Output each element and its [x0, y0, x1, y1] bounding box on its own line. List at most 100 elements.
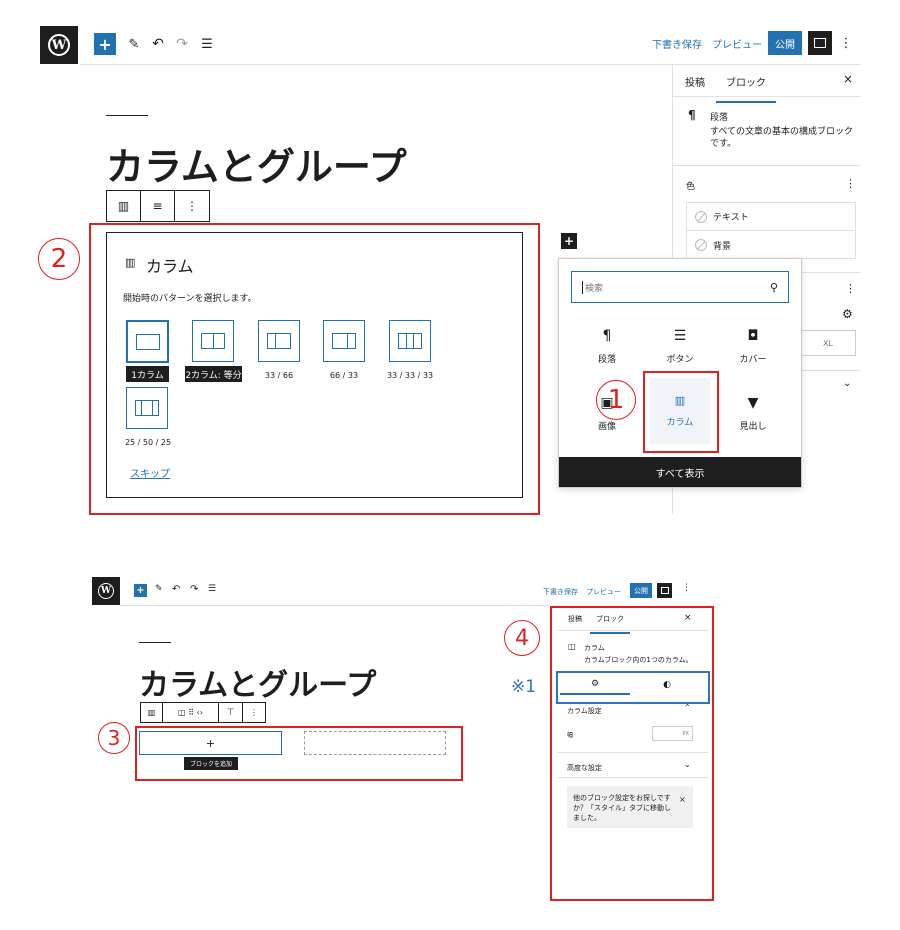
block-name: 段落 [710, 113, 729, 123]
wordpress-logo[interactable]: W [40, 26, 78, 64]
pattern-1col[interactable] [126, 320, 169, 363]
align-icon[interactable]: ≡ [141, 191, 175, 221]
show-all-button[interactable]: すべて表示 [559, 457, 801, 487]
redo-icon[interactable]: ↷ [174, 34, 190, 54]
sidebar-divider-2 [673, 165, 860, 166]
sidebar-close-icon-2[interactable]: × [684, 613, 692, 623]
bookmark-icon: ▼ [747, 394, 759, 411]
columns-label: カラム [146, 257, 194, 276]
publish-button[interactable]: 公開 [768, 31, 802, 55]
tab-post[interactable]: 投稿 [685, 74, 705, 89]
width-input[interactable]: PX [652, 726, 693, 741]
inserter-item-heading[interactable]: ▼ 見出し [725, 385, 781, 441]
size-xl-option[interactable]: XL [800, 330, 856, 356]
advanced-heading[interactable]: 高度な設定 [567, 763, 602, 773]
inserter-item-button[interactable]: ☰ ボタン [652, 318, 708, 374]
color-options: テキスト 背景 [686, 202, 856, 259]
columns-block-icon[interactable]: ▥ [107, 191, 141, 221]
pattern-label-33-33-33: 33 / 33 / 33 [386, 371, 434, 380]
more-options-icon[interactable]: ⋮ [840, 33, 853, 53]
color-heading: 色 [686, 182, 696, 192]
more-options-icon[interactable]: ⋮ [682, 583, 691, 593]
annotation-4: 4 [504, 620, 540, 656]
chevron-down-icon[interactable]: ⌄ [843, 378, 851, 389]
toolbar-more-icon[interactable]: ⋮ [243, 703, 265, 722]
pattern-2col-equal[interactable] [192, 320, 234, 362]
add-block-button-2[interactable]: + [134, 584, 147, 597]
size-settings-icon[interactable]: ⚙ [842, 307, 853, 321]
pattern-25-50-25[interactable] [126, 387, 168, 429]
notice-close-icon[interactable]: × [679, 795, 686, 804]
inserter-item-label: 段落 [597, 354, 616, 365]
color-more-icon[interactable]: ⋮ [845, 177, 856, 190]
inserter-item-paragraph[interactable]: ¶ 段落 [579, 318, 635, 374]
settings-panel-button-2[interactable] [657, 583, 672, 598]
pattern-tooltip-2col: 2カラム: 等分 [185, 366, 242, 382]
color-bg-option[interactable]: 背景 [687, 231, 855, 259]
skip-link[interactable]: スキップ [130, 465, 170, 480]
preview-button[interactable]: プレビュー [712, 36, 762, 51]
undo-icon[interactable]: ↶ [172, 584, 180, 595]
save-draft-button[interactable]: 下書き保存 [652, 36, 702, 51]
inserter-toggle-button[interactable]: + [561, 233, 577, 249]
paragraph-icon: ¶ [688, 108, 696, 122]
pattern-label-66-33: 66 / 33 [329, 371, 359, 380]
pattern-66-33[interactable] [323, 320, 365, 362]
pattern-33-66[interactable] [258, 320, 300, 362]
color-text-option[interactable]: テキスト [687, 203, 855, 231]
width-label: 幅 [567, 732, 574, 739]
half-circle-icon: ◐ [663, 680, 671, 690]
column-drag-icon[interactable]: ◫ ⠿ ‹› [163, 703, 219, 722]
search-icon: ⚲ [769, 280, 778, 294]
inserter-search-input[interactable]: 検索 ⚲ [571, 271, 789, 303]
chevron-up-icon[interactable]: ⌃ [684, 703, 691, 712]
inserter-item-label: 見出し [739, 421, 767, 432]
list-view-icon[interactable]: ☰ [208, 584, 216, 594]
bg-color-swatch [695, 239, 707, 251]
typography-more-icon[interactable]: ⋮ [845, 282, 856, 295]
pattern-tooltip-1col: 1カラム [126, 366, 169, 382]
tab-post-2[interactable]: 投稿 [568, 614, 582, 624]
add-block-button[interactable]: + [94, 33, 116, 55]
preview-button-2[interactable]: プレビュー [586, 587, 621, 597]
list-view-icon[interactable]: ☰ [198, 34, 216, 54]
inserter-item-label: カバー [739, 354, 767, 365]
search-placeholder: 検索 [582, 280, 603, 294]
settings-tab[interactable]: ⚙ [560, 675, 630, 695]
pattern-33-33-33[interactable] [389, 320, 431, 362]
selected-column[interactable]: + [139, 731, 282, 755]
vertical-align-icon[interactable]: ⊤ [219, 703, 243, 722]
toolbar-more-icon[interactable]: ⋮ [175, 191, 209, 221]
column-settings-heading[interactable]: カラム設定 [567, 706, 602, 716]
block-description-2: カラムブロック内の1つのカラム。 [584, 656, 693, 664]
redo-icon[interactable]: ↷ [190, 584, 198, 595]
sidebar-divider-6 [558, 777, 708, 778]
inserter-item-label: 画像 [597, 421, 616, 432]
wordpress-logo-2[interactable]: W [92, 577, 120, 605]
sidebar-close-icon[interactable]: × [843, 72, 853, 86]
publish-button-2[interactable]: 公開 [630, 583, 652, 598]
post-title-2[interactable]: カラムとグループ [139, 660, 376, 704]
empty-column[interactable] [304, 731, 446, 755]
tab-block[interactable]: ブロック [716, 74, 776, 103]
styles-tab[interactable]: ◐ [632, 675, 702, 695]
settings-panel-icon [814, 38, 826, 48]
sidebar-tab-divider [673, 96, 860, 97]
tab-block-2[interactable]: ブロック [590, 614, 630, 634]
paragraph-icon: ¶ [602, 327, 612, 344]
save-draft-button-2[interactable]: 下書き保存 [543, 587, 578, 597]
settings-panel-button[interactable] [808, 31, 832, 55]
inserter-item-cover[interactable]: ◘ カバー [725, 318, 781, 374]
text-color-swatch [695, 210, 707, 223]
chevron-down-icon[interactable]: ⌄ [684, 760, 691, 769]
styles-moved-notice: 他のブロック設定をお探しですか？「スタイル」タブに移動しました。 [567, 786, 693, 828]
color-text-label: テキスト [713, 213, 749, 223]
annotation-1: 1 [596, 380, 636, 420]
post-title[interactable]: カラムとグループ [106, 136, 407, 191]
undo-icon[interactable]: ↶ [150, 34, 166, 54]
color-bg-label: 背景 [713, 241, 732, 252]
pencil-icon[interactable]: ✎ [126, 34, 142, 54]
annotation-2: 2 [38, 238, 80, 280]
columns-block-icon[interactable]: ▥ [141, 703, 163, 722]
pencil-icon[interactable]: ✎ [155, 584, 163, 594]
